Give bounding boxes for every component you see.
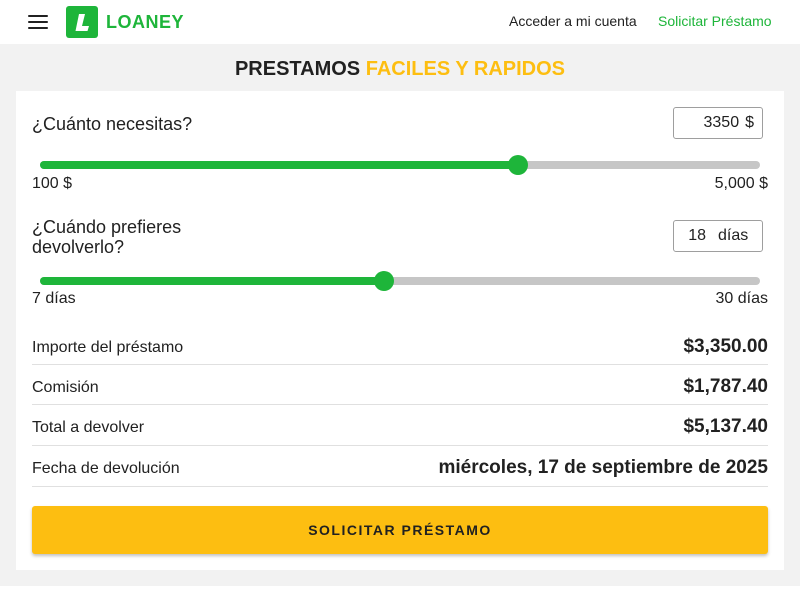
hamburger-menu-icon[interactable] [28, 14, 48, 30]
days-min-label: 7 días [32, 290, 76, 307]
return-date-value: miércoles, 17 de septiembre de 2025 [438, 457, 768, 478]
nav-link-apply-loan[interactable]: Solicitar Préstamo [658, 13, 772, 29]
brand-logo[interactable]: LOANEY [66, 6, 184, 38]
fee-label: Comisión [32, 379, 99, 396]
amount-slider[interactable] [40, 155, 760, 175]
summary-row-total: Total a devolver $5,137.40 [32, 405, 768, 446]
page-title-accent: FACILES Y RAPIDOS [365, 58, 566, 80]
top-bar: LOANEY Acceder a mi cuenta Solicitar Pré… [0, 0, 800, 44]
days-value: 18 [688, 227, 706, 244]
request-loan-button[interactable]: SOLICITAR PRÉSTAMO [32, 506, 768, 554]
amount-max-label: 5,000 $ [714, 175, 768, 192]
days-slider-fill [40, 277, 384, 285]
nav-link-account[interactable]: Acceder a mi cuenta [509, 13, 637, 29]
amount-value: 3350 [703, 114, 740, 131]
amount-question: ¿Cuánto necesitas? [32, 114, 193, 134]
summary-row-loan-amount: Importe del préstamo $3,350.00 [32, 330, 768, 365]
days-max-label: 30 días [715, 290, 768, 307]
summary-row-return-date: Fecha de devolución miércoles, 17 de sep… [32, 446, 768, 487]
days-slider[interactable] [40, 271, 760, 291]
amount-slider-thumb[interactable] [508, 155, 528, 175]
amount-input[interactable]: 3350 $ [673, 107, 763, 139]
page-title: PRESTAMOS FACILES Y RAPIDOS [0, 58, 800, 81]
total-value: $5,137.40 [683, 416, 768, 437]
days-question: ¿Cuándo prefieres devolverlo? [32, 217, 182, 257]
menu-bar-line [28, 15, 48, 17]
logo-icon [66, 6, 98, 38]
days-slider-thumb[interactable] [374, 271, 394, 291]
summary-row-fee: Comisión $1,787.40 [32, 365, 768, 405]
menu-bar-line [28, 21, 48, 23]
amount-slider-fill [40, 161, 518, 169]
logo-text: LOANEY [106, 11, 185, 32]
fee-value: $1,787.40 [683, 376, 768, 397]
loan-amount-label: Importe del préstamo [32, 339, 184, 356]
menu-bar-line [28, 27, 48, 29]
days-unit: días [718, 227, 749, 244]
total-label: Total a devolver [32, 419, 145, 436]
amount-unit: $ [745, 114, 754, 131]
page-title-primary: PRESTAMOS [234, 58, 361, 80]
amount-min-label: 100 $ [32, 175, 73, 192]
days-input[interactable]: 18 días [673, 220, 763, 252]
loan-amount-value: $3,350.00 [683, 336, 768, 357]
return-date-label: Fecha de devolución [32, 460, 180, 477]
